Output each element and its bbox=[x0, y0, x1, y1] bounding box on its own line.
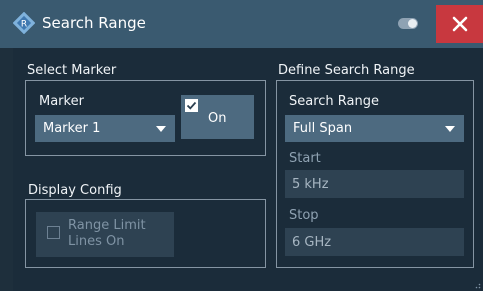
chevron-down-icon bbox=[445, 126, 455, 132]
toggle-icon[interactable] bbox=[398, 18, 418, 29]
stop-value: 6 GHz bbox=[292, 235, 332, 250]
chevron-down-icon bbox=[156, 126, 166, 132]
title-bar: R Search Range bbox=[0, 0, 483, 48]
marker-dropdown[interactable]: Marker 1 bbox=[35, 115, 175, 142]
marker-dropdown-value: Marker 1 bbox=[43, 121, 101, 136]
search-range-dropdown-value: Full Span bbox=[293, 121, 353, 136]
stop-label: Stop bbox=[289, 208, 319, 223]
search-range-dropdown[interactable]: Full Span bbox=[285, 115, 464, 142]
svg-text:R: R bbox=[21, 20, 27, 30]
close-button[interactable] bbox=[436, 5, 483, 43]
select-marker-group-label: Select Marker bbox=[27, 63, 117, 78]
window-title: Search Range bbox=[42, 14, 146, 32]
search-range-label: Search Range bbox=[289, 94, 379, 109]
on-label: On bbox=[208, 111, 227, 126]
start-value: 5 kHz bbox=[292, 177, 329, 192]
display-config-group-label: Display Config bbox=[28, 183, 122, 198]
close-icon bbox=[452, 16, 467, 32]
start-input[interactable]: 5 kHz bbox=[285, 170, 464, 198]
start-label: Start bbox=[289, 151, 321, 166]
check-icon bbox=[185, 99, 198, 112]
range-limit-lines-toggle[interactable]: Range Limit Lines On bbox=[36, 212, 174, 257]
marker-on-toggle[interactable]: On bbox=[181, 95, 254, 139]
stop-input[interactable]: 6 GHz bbox=[285, 228, 464, 256]
app-logo-icon: R bbox=[13, 12, 35, 34]
range-limit-lines-label: Range Limit Lines On bbox=[68, 218, 146, 249]
define-search-range-group-label: Define Search Range bbox=[278, 63, 415, 78]
checkbox-icon bbox=[47, 226, 60, 239]
marker-label: Marker bbox=[39, 94, 84, 109]
resize-grip-icon[interactable] bbox=[473, 281, 481, 289]
